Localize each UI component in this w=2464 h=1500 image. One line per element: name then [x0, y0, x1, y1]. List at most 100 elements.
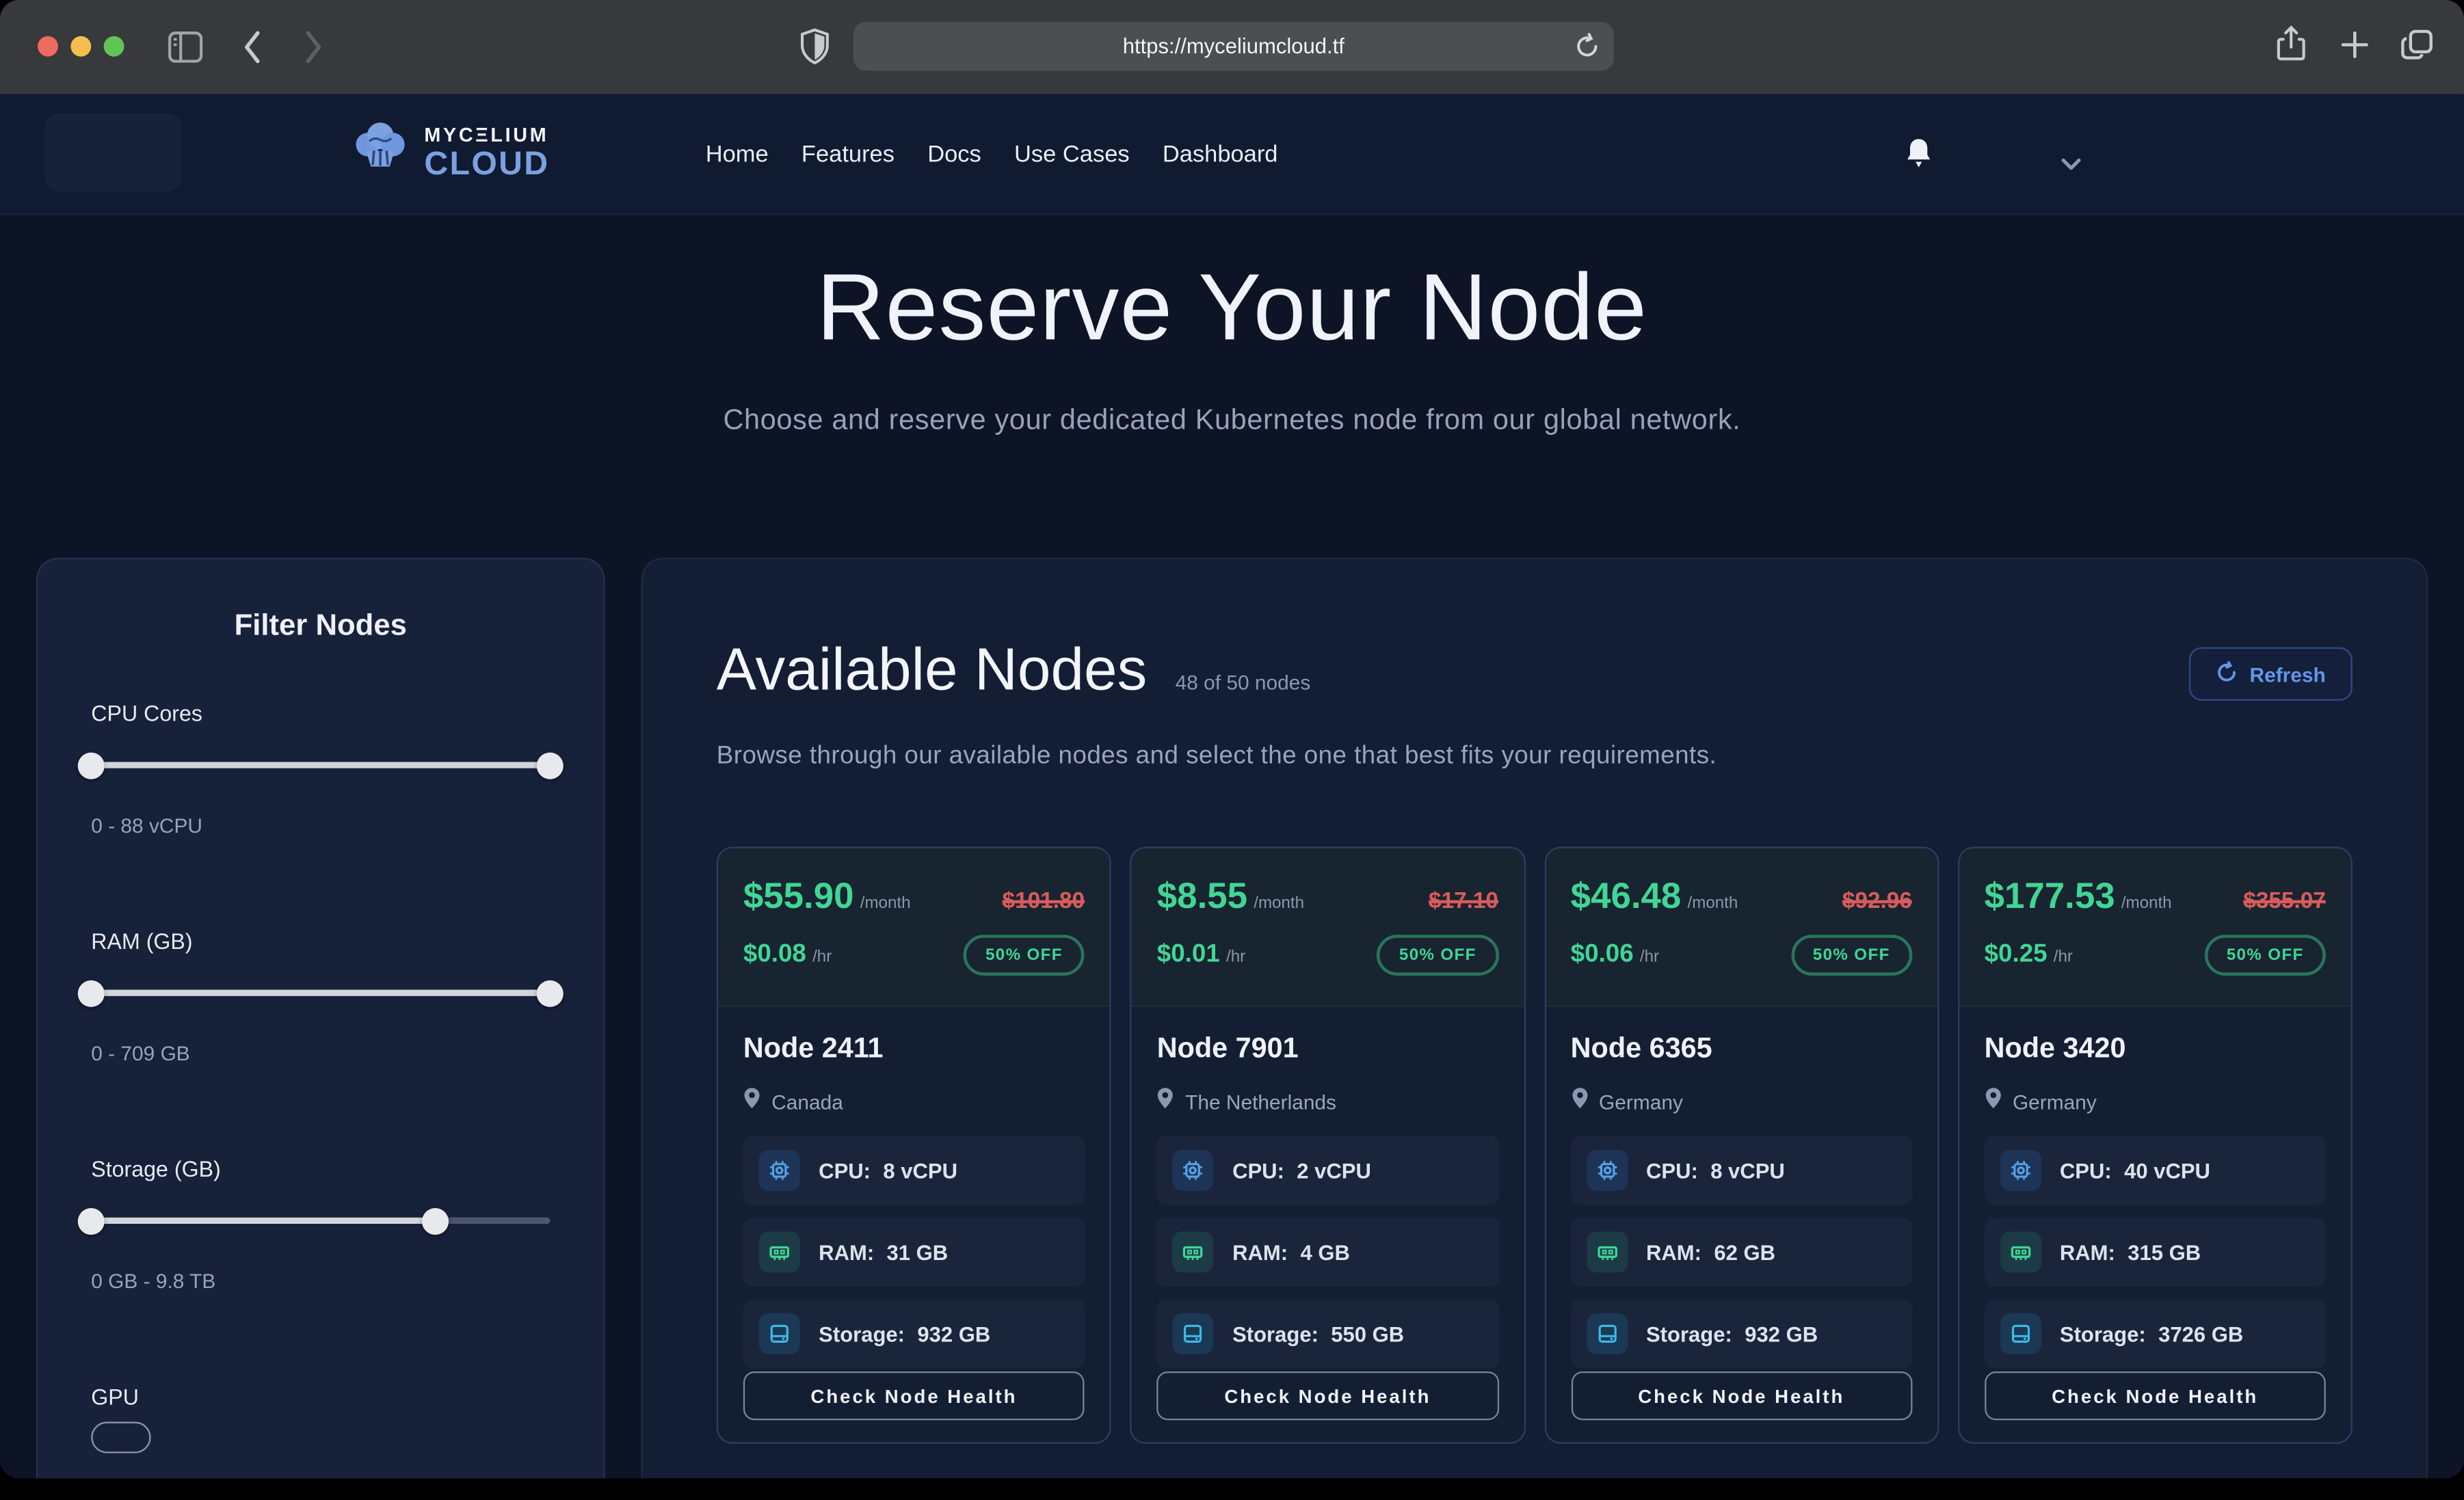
- node-location-row: Germany: [1571, 1087, 1912, 1117]
- close-window-button[interactable]: [38, 36, 58, 57]
- slider-handle-min[interactable]: [78, 752, 105, 779]
- monthly-price: $55.90/month: [743, 875, 911, 918]
- slider-track-remainder: [435, 1218, 550, 1224]
- card-price-header: $55.90/month $101.80 $0.08/hr 50% OFF: [718, 848, 1110, 1007]
- share-icon[interactable]: [2274, 23, 2309, 64]
- card-body: Node 3420 Germany: [1959, 1007, 2351, 1442]
- original-price: $17.10: [1429, 889, 1498, 915]
- tab-overview-icon[interactable]: [2400, 28, 2435, 61]
- node-card: $177.53/month $355.07 $0.25/hr 50% OFF N…: [1958, 847, 2353, 1444]
- ram-spec-row: RAM:62 GB: [1571, 1218, 1912, 1287]
- nav-link-home[interactable]: Home: [706, 141, 769, 168]
- node-location: The Netherlands: [1185, 1090, 1336, 1114]
- bell-icon[interactable]: [1905, 137, 1933, 178]
- nodes-count-badge: 48 of 50 nodes: [1176, 671, 1311, 694]
- cpu-value: 8 vCPU: [1710, 1159, 1785, 1182]
- slider-handle-min[interactable]: [78, 980, 105, 1006]
- cpu-label: CPU:: [819, 1159, 871, 1182]
- node-location: Germany: [2013, 1090, 2097, 1114]
- storage-label: Storage:: [2060, 1322, 2146, 1345]
- node-card: $8.55/month $17.10 $0.01/hr 50% OFF Node…: [1130, 847, 1525, 1444]
- ram-icon: [759, 1231, 800, 1272]
- site-navbar: MYCΞLIUM CLOUD Home Features Docs Use Ca…: [0, 94, 2464, 215]
- check-node-health-button[interactable]: Check Node Health: [1571, 1371, 1912, 1420]
- back-icon[interactable]: [241, 27, 266, 68]
- location-pin-icon: [1985, 1087, 2002, 1117]
- per-month-suffix: /month: [1254, 894, 1304, 913]
- reload-icon[interactable]: [1574, 33, 1600, 59]
- nav-links: Home Features Docs Use Cases Dashboard: [706, 94, 1278, 214]
- discount-badge: 50% OFF: [1791, 935, 1912, 976]
- hourly-price: $0.06/hr: [1571, 941, 1659, 969]
- storage-spec-row: Storage:932 GB: [743, 1299, 1085, 1368]
- refresh-button[interactable]: Refresh: [2188, 647, 2353, 701]
- monthly-price: $177.53/month: [1985, 875, 2172, 918]
- range-slider[interactable]: [91, 1207, 550, 1235]
- logo-line2: CLOUD: [424, 148, 549, 181]
- storage-spec-row: Storage:932 GB: [1571, 1299, 1912, 1368]
- filter-section: CPU Cores 0 - 88 vCPU: [91, 701, 550, 838]
- minimize-window-button[interactable]: [70, 36, 91, 57]
- nav-link-docs[interactable]: Docs: [927, 141, 981, 168]
- card-body: Node 6365 Germany: [1546, 1007, 1937, 1442]
- slider-handle-max[interactable]: [537, 980, 564, 1006]
- ram-icon: [2000, 1231, 2041, 1272]
- chevron-down-icon[interactable]: [2060, 151, 2082, 179]
- storage-spec-row: Storage:3726 GB: [1985, 1299, 2326, 1368]
- cpu-label: CPU:: [1232, 1159, 1284, 1182]
- browser-window: https://myceliumcloud.tf: [0, 0, 2464, 1478]
- nav-link-features[interactable]: Features: [802, 141, 895, 168]
- location-pin-icon: [1571, 1087, 1588, 1117]
- check-node-health-button[interactable]: Check Node Health: [1985, 1371, 2326, 1420]
- ram-spec-row: RAM:315 GB: [1985, 1218, 2326, 1287]
- check-node-health-button[interactable]: Check Node Health: [743, 1371, 1085, 1420]
- cpu-label: CPU:: [1646, 1159, 1698, 1182]
- nav-link-use-cases[interactable]: Use Cases: [1014, 141, 1130, 168]
- slider-track[interactable]: [91, 762, 550, 768]
- cpu-icon: [1587, 1150, 1628, 1191]
- range-slider[interactable]: [91, 979, 550, 1007]
- shield-icon[interactable]: [798, 27, 831, 66]
- nodes-title: Available Nodes: [717, 638, 1147, 706]
- slider-handle-min[interactable]: [78, 1207, 105, 1234]
- storage-label: Storage:: [1646, 1322, 1732, 1345]
- node-specs: CPU: 8 vCPU RAM:62 GB: [1571, 1136, 1912, 1368]
- filter-range-text: 0 - 709 GB: [91, 1041, 550, 1064]
- range-slider[interactable]: [91, 751, 550, 779]
- sidebar-toggle-icon[interactable]: [167, 30, 204, 65]
- ram-icon: [1587, 1231, 1628, 1272]
- gpu-toggle[interactable]: [91, 1422, 150, 1454]
- zoom-window-button[interactable]: [104, 36, 124, 57]
- refresh-icon: [2215, 660, 2237, 687]
- discount-badge: 50% OFF: [964, 935, 1085, 976]
- site-logo[interactable]: MYCΞLIUM CLOUD: [347, 116, 550, 190]
- slider-handle-max[interactable]: [422, 1207, 449, 1234]
- filter-label: Storage (GB): [91, 1156, 550, 1181]
- original-price: $101.80: [1003, 889, 1085, 915]
- monthly-price: $46.48/month: [1571, 875, 1738, 918]
- node-card: $46.48/month $92.96 $0.06/hr 50% OFF Nod…: [1544, 847, 1939, 1444]
- location-pin-icon: [1157, 1087, 1174, 1117]
- filter-range-text: 0 - 88 vCPU: [91, 814, 550, 837]
- ram-label: RAM:: [2060, 1240, 2115, 1263]
- storage-value: 550 GB: [1331, 1322, 1404, 1345]
- filter-label: RAM (GB): [91, 928, 550, 954]
- filter-section: RAM (GB) 0 - 709 GB: [91, 928, 550, 1065]
- cpu-label: CPU:: [2060, 1159, 2112, 1182]
- ram-value: 31 GB: [887, 1240, 949, 1263]
- screen: https://myceliumcloud.tf: [0, 0, 2464, 1500]
- filter-panel: Filter Nodes CPU Cores 0 - 88 vCPU: [36, 558, 605, 1479]
- nav-link-dashboard[interactable]: Dashboard: [1163, 141, 1278, 168]
- forward-icon[interactable]: [300, 27, 326, 68]
- logo-text: MYCΞLIUM CLOUD: [424, 125, 549, 181]
- per-hour-suffix: /hr: [1640, 948, 1659, 967]
- check-node-health-button[interactable]: Check Node Health: [1157, 1371, 1498, 1420]
- slider-track[interactable]: [91, 990, 550, 996]
- new-tab-icon[interactable]: [2340, 30, 2370, 60]
- cpu-spec-row: CPU:2 vCPU: [1157, 1136, 1498, 1205]
- monthly-price: $8.55/month: [1157, 875, 1304, 918]
- storage-icon: [759, 1313, 800, 1354]
- cpu-icon: [2000, 1150, 2041, 1191]
- address-bar[interactable]: https://myceliumcloud.tf: [853, 22, 1614, 70]
- slider-handle-max[interactable]: [537, 752, 564, 779]
